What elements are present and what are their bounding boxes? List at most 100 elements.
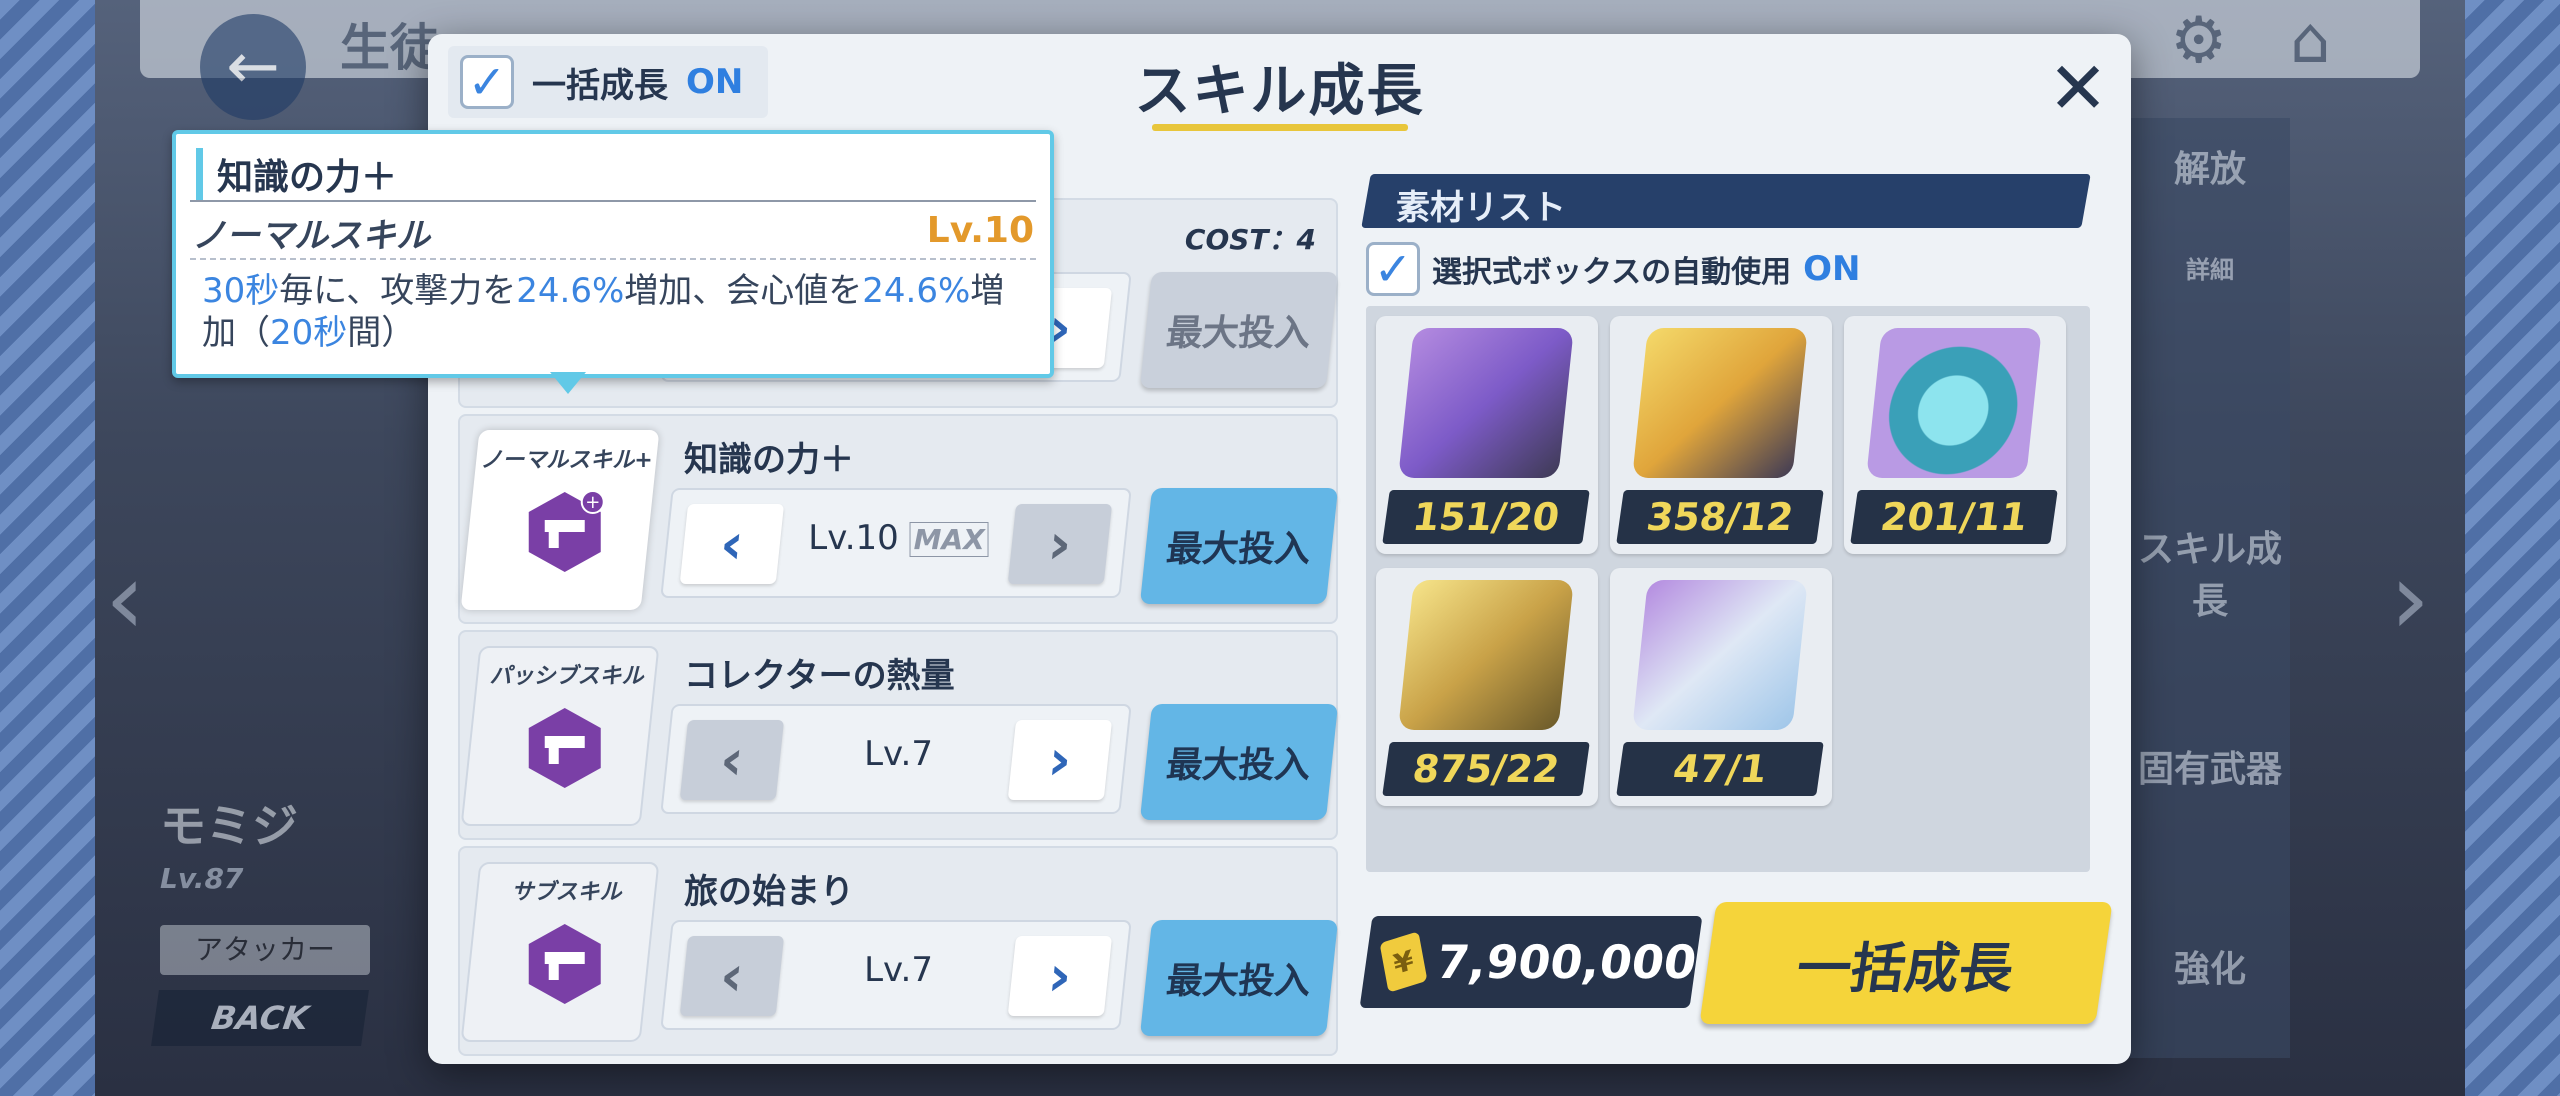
pistol-skill-icon: + [528,490,605,572]
skill-name: 旅の始まり [684,872,854,912]
svg-text:+: + [585,492,600,513]
skill-level: Lv.7 [864,734,933,774]
level-up-button[interactable]: › [1007,720,1113,800]
side-label-unlock[interactable]: 解放 [2130,140,2290,192]
max-badge: MAX [909,522,989,557]
gear-icon[interactable]: ⚙ [2170,4,2227,78]
desc-crit-value: 24.6% [862,271,971,311]
back-button[interactable]: BACK [151,990,369,1046]
skill-level-value: Lv.10 [808,518,899,558]
role-badge: アタッカー [160,925,370,975]
level-down-button[interactable]: ‹ [679,504,785,584]
right-stripe-border [2465,0,2560,1096]
pistol-skill-icon [528,924,601,1004]
checkmark-icon: ✓ [1373,242,1413,296]
skill-name: 知識の力＋ [684,440,854,480]
material-count: 151/20 [1382,490,1590,544]
close-icon[interactable]: ✕ [2038,48,2118,128]
skill-type-label: パッシブスキル [489,664,644,689]
side-label-unique-weapon[interactable]: 固有武器 [2130,740,2290,792]
bulk-growth-button[interactable]: 一括成長 [1699,902,2113,1024]
tooltip-skill-type: ノーマルスキル [192,216,430,256]
material-count: 201/11 [1850,490,2058,544]
side-label-skill-growth[interactable]: スキル成長 [2130,520,2290,624]
skill-card-sub[interactable]: サブスキル [460,862,660,1042]
blue-notebook-icon [1632,580,1808,730]
chevron-left-icon: ‹ [716,511,747,577]
material-item[interactable]: 358/12 [1610,316,1832,554]
max-invest-button[interactable]: 最大投入 [1139,488,1339,604]
auto-use-state: ON [1803,249,1861,289]
auto-use-toggle[interactable]: ✓ 選択式ボックスの自動使用 ON [1366,242,1860,296]
tooltip-description: 30秒毎に、攻撃力を24.6%増加、会心値を24.6%増加（20秒間） [202,270,1022,354]
skill-level: Lv.7 [864,950,933,990]
skill-type-label: ノーマルスキル+ [480,448,653,473]
credits-display: ¥ 7,900,000 [1359,916,1703,1008]
tooltip-skill-name: 知識の力＋ [196,148,397,200]
modal-title: スキル成長 [1134,59,1425,124]
level-down-button[interactable]: ‹ [679,936,785,1016]
skill-card-passive[interactable]: パッシブスキル [460,646,660,826]
tooltip-pointer [550,372,586,394]
level-selector: ‹ Lv.7 › [660,704,1132,814]
home-icon[interactable]: ⌂ [2290,4,2331,78]
material-count: 47/1 [1616,742,1824,796]
side-label-enhance[interactable]: 強化 [2130,940,2290,992]
material-item[interactable]: 47/1 [1610,568,1832,806]
purple-tech-note-icon [1398,328,1574,478]
desc-attack-value: 24.6% [516,271,625,311]
desc-text: 毎に、攻撃力を [279,271,517,311]
character-name: モミジ [160,799,298,853]
character-level: Lv.87 [160,862,244,895]
chevron-right-icon: › [1044,943,1075,1009]
materials-title: 素材リスト [1396,188,1566,228]
max-invest-button[interactable]: 最大投入 [1139,920,1339,1036]
title-underline [1152,124,1408,131]
gold-tech-note-icon [1632,328,1808,478]
level-up-button[interactable]: › [1007,936,1113,1016]
level-up-button[interactable]: › [1007,504,1113,584]
screen-title: 生徒 [340,19,440,77]
skill-level: Lv.10 MAX [789,518,1009,558]
credit-coin-icon: ¥ [1379,931,1428,993]
desc-text: 間） [347,313,416,353]
materials-panel: 素材リスト ✓ 選択式ボックスの自動使用 ON 151/20 358/12 20… [1361,174,2106,1024]
tooltip-skill-level: Lv.10 [926,210,1034,251]
prev-character-arrow-icon[interactable]: ‹ [105,540,145,657]
max-invest-button[interactable]: 最大投入 [1139,704,1339,820]
skill-card-normal[interactable]: ノーマルスキル+ + [460,430,660,610]
left-stripe-border [0,0,95,1096]
level-selector: ‹ Lv.7 › [660,920,1132,1030]
skill-name: コレクターの熱量 [684,656,955,696]
materials-grid: 151/20 358/12 201/11 875/22 47/1 [1366,306,2090,872]
chevron-right-icon: › [1044,511,1075,577]
chevron-left-icon: ‹ [716,943,747,1009]
skill-row-sub: サブスキル 旅の始まり ‹ Lv.7 › 最大投入 [458,846,1339,1056]
level-down-button[interactable]: ‹ [679,720,785,800]
blue-artifact-disc-icon [1866,328,2042,478]
material-item[interactable]: 151/20 [1376,316,1598,554]
skill-type-label: サブスキル [511,880,622,905]
next-character-arrow-icon[interactable]: › [2390,540,2430,657]
desc-duration: 30秒 [202,271,280,311]
chevron-right-icon: › [1044,727,1075,793]
skill-row-passive: パッシブスキル コレクターの熱量 ‹ Lv.7 › 最大投入 [458,630,1339,840]
auto-use-checkbox[interactable]: ✓ [1366,242,1420,296]
tooltip-divider [190,200,1036,202]
material-item[interactable]: 201/11 [1844,316,2066,554]
gold-book-icon [1398,580,1574,730]
side-label-detail[interactable]: 詳細 [2130,250,2290,285]
skill-tooltip: 知識の力＋ ノーマルスキル Lv.10 30秒毎に、攻撃力を24.6%増加、会心… [172,130,1054,378]
auto-use-label: 選択式ボックスの自動使用 [1432,255,1792,290]
max-invest-button[interactable]: 最大投入 [1139,272,1339,388]
tooltip-dashed-divider [190,258,1036,260]
cost-label: COST：4 [1184,223,1316,256]
credits-value: 7,900,000 [1433,935,1700,989]
chevron-left-icon: ‹ [716,727,747,793]
back-arrow-button[interactable]: ← [200,14,306,120]
material-count: 358/12 [1616,490,1824,544]
skill-row-normal: ノーマルスキル+ + 知識の力＋ ‹ Lv.10 MAX › 最大投入 [458,414,1339,624]
material-count: 875/22 [1382,742,1590,796]
back-arrow-icon: ← [226,30,280,104]
material-item[interactable]: 875/22 [1376,568,1598,806]
